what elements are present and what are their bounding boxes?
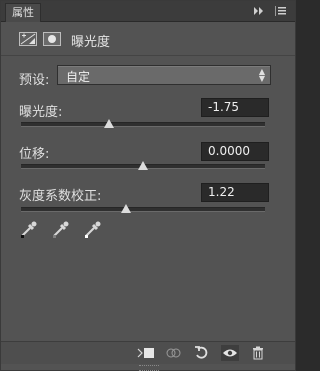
offset-value-field[interactable]: 0.0000 [201, 142, 269, 161]
tab-properties[interactable]: 属性 [5, 3, 41, 22]
updown-arrows-icon: ▲ ▼ [258, 67, 265, 83]
resize-grip[interactable] [139, 365, 159, 371]
panel-tabbar: 属性 [1, 1, 295, 22]
white-eyedropper-icon[interactable] [83, 219, 103, 239]
gamma-slider[interactable] [21, 204, 265, 213]
preset-dropdown-value: 自定 [66, 70, 91, 84]
gamma-slider-thumb[interactable] [120, 204, 131, 213]
exposure-slider-thumb[interactable] [103, 119, 114, 128]
footer-icons [137, 345, 267, 361]
gamma-label: 灰度系数校正: [19, 189, 102, 204]
panel-menu-icon[interactable] [273, 4, 289, 18]
gamma-value-field[interactable]: 1.22 [201, 183, 269, 202]
properties-panel: 属性 曝光度 预设: 自定 ▲ ▼ 曝光度: -1.75 位移: 0.0000 … [0, 0, 296, 371]
panel-footer [1, 341, 295, 364]
double-chevron-right-icon[interactable] [251, 4, 267, 18]
tabbar-controls [251, 3, 289, 19]
offset-slider[interactable] [21, 161, 265, 170]
exposure-label: 曝光度: [19, 105, 63, 120]
gray-eyedropper-icon[interactable] [51, 219, 71, 239]
black-eyedropper-icon[interactable] [19, 219, 39, 239]
clip-to-layer-icon[interactable] [137, 345, 155, 361]
tab-properties-label: 属性 [12, 6, 34, 19]
visibility-eye-icon[interactable] [221, 345, 239, 361]
adjustment-header: 曝光度 [1, 23, 295, 56]
trash-icon[interactable] [249, 345, 267, 361]
exposure-slider[interactable] [21, 119, 265, 128]
exposure-adjustment-icon[interactable] [19, 32, 37, 46]
exposure-value-field[interactable]: -1.75 [201, 98, 269, 117]
view-previous-state-icon[interactable] [165, 345, 183, 361]
eyedropper-group [19, 219, 103, 241]
preset-label: 预设: [19, 73, 50, 88]
layer-mask-icon[interactable] [43, 32, 61, 46]
offset-slider-thumb[interactable] [138, 161, 148, 170]
reset-icon[interactable] [193, 345, 211, 361]
adjustment-title: 曝光度 [71, 35, 111, 50]
offset-label: 位移: [19, 147, 50, 162]
preset-dropdown[interactable]: 自定 ▲ ▼ [57, 65, 271, 85]
